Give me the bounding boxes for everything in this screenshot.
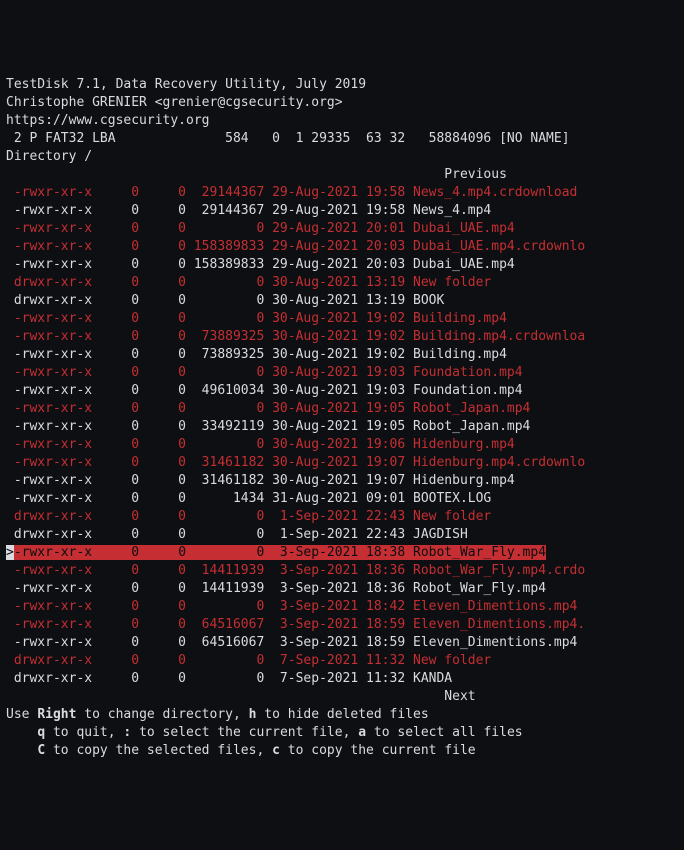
file-row[interactable]: -rwxr-xr-x 0 0 158389833 29-Aug-2021 20:…: [6, 256, 678, 274]
file-row[interactable]: -rwxr-xr-x 0 0 73889325 30-Aug-2021 19:0…: [6, 346, 678, 364]
help-line-2: q to quit, : to select the current file,…: [6, 724, 678, 742]
file-row[interactable]: -rwxr-xr-x 0 0 14411939 3-Sep-2021 18:36…: [6, 562, 678, 580]
nav-next[interactable]: Next: [6, 688, 678, 706]
file-row[interactable]: -rwxr-xr-x 0 0 0 30-Aug-2021 19:06 Hiden…: [6, 436, 678, 454]
partition-info: 2 P FAT32 LBA 584 0 1 29335 63 32 588840…: [6, 130, 678, 148]
file-row[interactable]: -rwxr-xr-x 0 0 33492119 30-Aug-2021 19:0…: [6, 418, 678, 436]
file-row[interactable]: -rwxr-xr-x 0 0 31461182 30-Aug-2021 19:0…: [6, 454, 678, 472]
file-row[interactable]: drwxr-xr-x 0 0 0 30-Aug-2021 13:19 New f…: [6, 274, 678, 292]
file-row[interactable]: -rwxr-xr-x 0 0 73889325 30-Aug-2021 19:0…: [6, 328, 678, 346]
file-row[interactable]: -rwxr-xr-x 0 0 158389833 29-Aug-2021 20:…: [6, 238, 678, 256]
file-row[interactable]: -rwxr-xr-x 0 0 64516067 3-Sep-2021 18:59…: [6, 616, 678, 634]
file-row[interactable]: -rwxr-xr-x 0 0 0 30-Aug-2021 19:02 Build…: [6, 310, 678, 328]
file-row[interactable]: -rwxr-xr-x 0 0 14411939 3-Sep-2021 18:36…: [6, 580, 678, 598]
file-row[interactable]: -rwxr-xr-x 0 0 49610034 30-Aug-2021 19:0…: [6, 382, 678, 400]
help-line-3: C to copy the selected files, c to copy …: [6, 742, 678, 760]
file-row[interactable]: drwxr-xr-x 0 0 0 1-Sep-2021 22:43 JAGDIS…: [6, 526, 678, 544]
nav-previous[interactable]: Previous: [6, 166, 678, 184]
file-row[interactable]: -rwxr-xr-x 0 0 0 30-Aug-2021 19:03 Found…: [6, 364, 678, 382]
directory-path: Directory /: [6, 148, 678, 166]
file-row[interactable]: -rwxr-xr-x 0 0 29144367 29-Aug-2021 19:5…: [6, 202, 678, 220]
file-row[interactable]: drwxr-xr-x 0 0 0 7-Sep-2021 11:32 KANDA: [6, 670, 678, 688]
file-row[interactable]: -rwxr-xr-x 0 0 64516067 3-Sep-2021 18:59…: [6, 634, 678, 652]
url-line: https://www.cgsecurity.org: [6, 112, 678, 130]
file-row[interactable]: -rwxr-xr-x 0 0 31461182 30-Aug-2021 19:0…: [6, 472, 678, 490]
file-row[interactable]: drwxr-xr-x 0 0 0 7-Sep-2021 11:32 New fo…: [6, 652, 678, 670]
file-row[interactable]: drwxr-xr-x 0 0 0 1-Sep-2021 22:43 New fo…: [6, 508, 678, 526]
file-row[interactable]: -rwxr-xr-x 0 0 1434 31-Aug-2021 09:01 BO…: [6, 490, 678, 508]
file-row[interactable]: -rwxr-xr-x 0 0 0 29-Aug-2021 20:01 Dubai…: [6, 220, 678, 238]
file-row[interactable]: -rwxr-xr-x 0 0 0 30-Aug-2021 19:05 Robot…: [6, 400, 678, 418]
file-row[interactable]: -rwxr-xr-x 0 0 0 3-Sep-2021 18:42 Eleven…: [6, 598, 678, 616]
file-row[interactable]: -rwxr-xr-x 0 0 29144367 29-Aug-2021 19:5…: [6, 184, 678, 202]
author-line: Christophe GRENIER <grenier@cgsecurity.o…: [6, 94, 678, 112]
help-line-1: Use Right to change directory, h to hide…: [6, 706, 678, 724]
terminal-output[interactable]: TestDisk 7.1, Data Recovery Utility, Jul…: [6, 76, 678, 760]
file-row-selected[interactable]: >-rwxr-xr-x 0 0 0 3-Sep-2021 18:38 Robot…: [6, 544, 678, 562]
app-title: TestDisk 7.1, Data Recovery Utility, Jul…: [6, 76, 678, 94]
file-row[interactable]: drwxr-xr-x 0 0 0 30-Aug-2021 13:19 BOOK: [6, 292, 678, 310]
